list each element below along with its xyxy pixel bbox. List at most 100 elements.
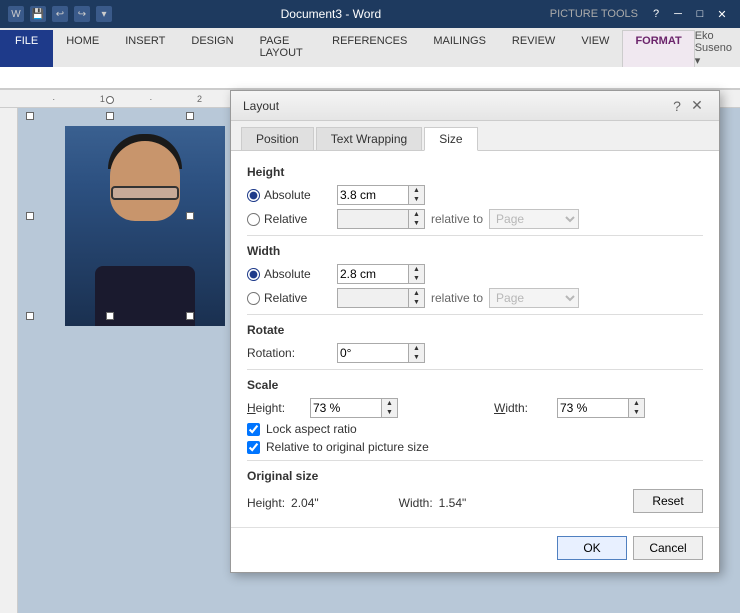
tab-mailings[interactable]: MAILINGS bbox=[420, 30, 499, 67]
height-relative-input-group: ▲ ▼ bbox=[337, 209, 425, 229]
save-icon[interactable]: 💾 bbox=[30, 6, 46, 22]
height-absolute-input[interactable] bbox=[337, 185, 409, 205]
rotation-input[interactable] bbox=[337, 343, 409, 363]
tab-review[interactable]: REVIEW bbox=[499, 30, 568, 67]
handle-bl[interactable] bbox=[26, 312, 34, 320]
lock-aspect-checkbox[interactable] bbox=[247, 423, 260, 436]
maximize-button[interactable]: □ bbox=[690, 5, 710, 23]
height-relative-input[interactable] bbox=[337, 209, 409, 229]
scale-height-spin-up[interactable]: ▲ bbox=[382, 399, 397, 408]
width-relative-label[interactable]: Relative bbox=[247, 291, 337, 305]
height-absolute-spin-down[interactable]: ▼ bbox=[409, 195, 424, 204]
height-absolute-label[interactable]: Absolute bbox=[247, 188, 337, 202]
dialog-help-button[interactable]: ? bbox=[667, 96, 687, 116]
scale-height-row: Height: ▲ ▼ Width: ▲ ▼ bbox=[247, 398, 703, 418]
minimize-button[interactable]: ─ bbox=[668, 5, 688, 23]
ok-button[interactable]: OK bbox=[557, 536, 627, 560]
ribbon-content bbox=[0, 67, 740, 89]
width-absolute-radio[interactable] bbox=[247, 268, 260, 281]
rotation-spin-down[interactable]: ▼ bbox=[409, 353, 424, 362]
height-absolute-radio[interactable] bbox=[247, 189, 260, 202]
height-absolute-input-group: ▲ ▼ bbox=[337, 185, 425, 205]
dropdown-icon[interactable]: ▾ bbox=[96, 6, 112, 22]
tab-home[interactable]: HOME bbox=[53, 30, 112, 67]
relative-to-original-label[interactable]: Relative to original picture size bbox=[266, 440, 429, 454]
scale-width-spinner[interactable]: ▲ ▼ bbox=[629, 398, 645, 418]
width-absolute-spinner[interactable]: ▲ ▼ bbox=[409, 264, 425, 284]
height-absolute-spin-up[interactable]: ▲ bbox=[409, 186, 424, 195]
scale-width-input[interactable] bbox=[557, 398, 629, 418]
close-button[interactable]: ✕ bbox=[712, 5, 732, 23]
orig-height-value: 2.04" bbox=[291, 496, 319, 510]
tab-page-layout[interactable]: PAGE LAYOUT bbox=[247, 30, 320, 67]
width-relative-radio[interactable] bbox=[247, 292, 260, 305]
orig-height-label: Height: bbox=[247, 496, 285, 510]
scale-divider bbox=[247, 460, 703, 461]
width-page-select-group: Page bbox=[489, 288, 579, 308]
width-absolute-spin-up[interactable]: ▲ bbox=[409, 265, 424, 274]
relative-to-original-row: Relative to original picture size bbox=[247, 440, 703, 454]
height-relative-label[interactable]: Relative bbox=[247, 212, 337, 226]
rotate-handle[interactable] bbox=[106, 96, 114, 104]
handle-tc[interactable] bbox=[106, 112, 114, 120]
tab-format[interactable]: FORMAT bbox=[622, 30, 694, 67]
scale-width-spin-up[interactable]: ▲ bbox=[629, 399, 644, 408]
height-relative-spinner[interactable]: ▲ ▼ bbox=[409, 209, 425, 229]
handle-tl[interactable] bbox=[26, 112, 34, 120]
height-relative-spin-down[interactable]: ▼ bbox=[409, 219, 424, 228]
height-relative-to-select[interactable]: Page bbox=[489, 209, 579, 229]
user-label[interactable]: Eko Suseno ▾ bbox=[695, 30, 732, 67]
height-relative-to-label: relative to bbox=[431, 212, 483, 226]
width-relative-to-select[interactable]: Page bbox=[489, 288, 579, 308]
handle-mr[interactable] bbox=[186, 212, 194, 220]
relative-to-original-checkbox[interactable] bbox=[247, 441, 260, 454]
cancel-button[interactable]: Cancel bbox=[633, 536, 703, 560]
scale-width-input-group: ▲ ▼ bbox=[557, 398, 645, 418]
help-button[interactable]: ? bbox=[646, 5, 666, 23]
tab-references[interactable]: REFERENCES bbox=[319, 30, 420, 67]
dialog-close-button[interactable]: ✕ bbox=[687, 96, 707, 116]
lock-aspect-row: Lock aspect ratio bbox=[247, 422, 703, 436]
handle-tr[interactable] bbox=[186, 112, 194, 120]
lock-aspect-label[interactable]: Lock aspect ratio bbox=[266, 422, 357, 436]
width-relative-spinner[interactable]: ▲ ▼ bbox=[409, 288, 425, 308]
scale-height-spinner[interactable]: ▲ ▼ bbox=[382, 398, 398, 418]
tab-text-wrapping[interactable]: Text Wrapping bbox=[316, 127, 422, 150]
tab-view[interactable]: VIEW bbox=[568, 30, 622, 67]
scale-height-input[interactable] bbox=[310, 398, 382, 418]
rotation-spin-up[interactable]: ▲ bbox=[409, 344, 424, 353]
undo-icon[interactable]: ↩ bbox=[52, 6, 68, 22]
width-absolute-label[interactable]: Absolute bbox=[247, 267, 337, 281]
word-icon: W bbox=[8, 6, 24, 22]
picture-tools-label: PICTURE TOOLS bbox=[550, 8, 638, 20]
orig-width-item: Width: 1.54" bbox=[399, 496, 467, 510]
title-bar-icons: W 💾 ↩ ↪ ▾ bbox=[8, 6, 112, 22]
height-absolute-spinner[interactable]: ▲ ▼ bbox=[409, 185, 425, 205]
redo-icon[interactable]: ↪ bbox=[74, 6, 90, 22]
tab-design[interactable]: DESIGN bbox=[178, 30, 246, 67]
scale-width-spin-down[interactable]: ▼ bbox=[629, 408, 644, 417]
tab-file[interactable]: FILE bbox=[0, 30, 53, 67]
rotation-input-group: ▲ ▼ bbox=[337, 343, 425, 363]
height-relative-radio[interactable] bbox=[247, 213, 260, 226]
tab-position[interactable]: Position bbox=[241, 127, 314, 150]
handle-br[interactable] bbox=[186, 312, 194, 320]
rotation-spinner[interactable]: ▲ ▼ bbox=[409, 343, 425, 363]
width-absolute-input[interactable] bbox=[337, 264, 409, 284]
tab-size[interactable]: Size bbox=[424, 127, 477, 151]
handle-ml[interactable] bbox=[26, 212, 34, 220]
width-absolute-spin-down[interactable]: ▼ bbox=[409, 274, 424, 283]
height-section-header: Height bbox=[247, 165, 703, 179]
handle-bc[interactable] bbox=[106, 312, 114, 320]
height-divider bbox=[247, 235, 703, 236]
width-relative-input[interactable] bbox=[337, 288, 409, 308]
orig-width-label: Width: bbox=[399, 496, 433, 510]
dialog-tabs: Position Text Wrapping Size bbox=[231, 121, 719, 151]
tab-insert[interactable]: INSERT bbox=[112, 30, 178, 67]
width-relative-spin-down[interactable]: ▼ bbox=[409, 298, 424, 307]
reset-button[interactable]: Reset bbox=[633, 489, 703, 513]
orig-width-value: 1.54" bbox=[439, 496, 467, 510]
scale-height-spin-down[interactable]: ▼ bbox=[382, 408, 397, 417]
width-relative-spin-up[interactable]: ▲ bbox=[409, 289, 424, 298]
height-relative-spin-up[interactable]: ▲ bbox=[409, 210, 424, 219]
